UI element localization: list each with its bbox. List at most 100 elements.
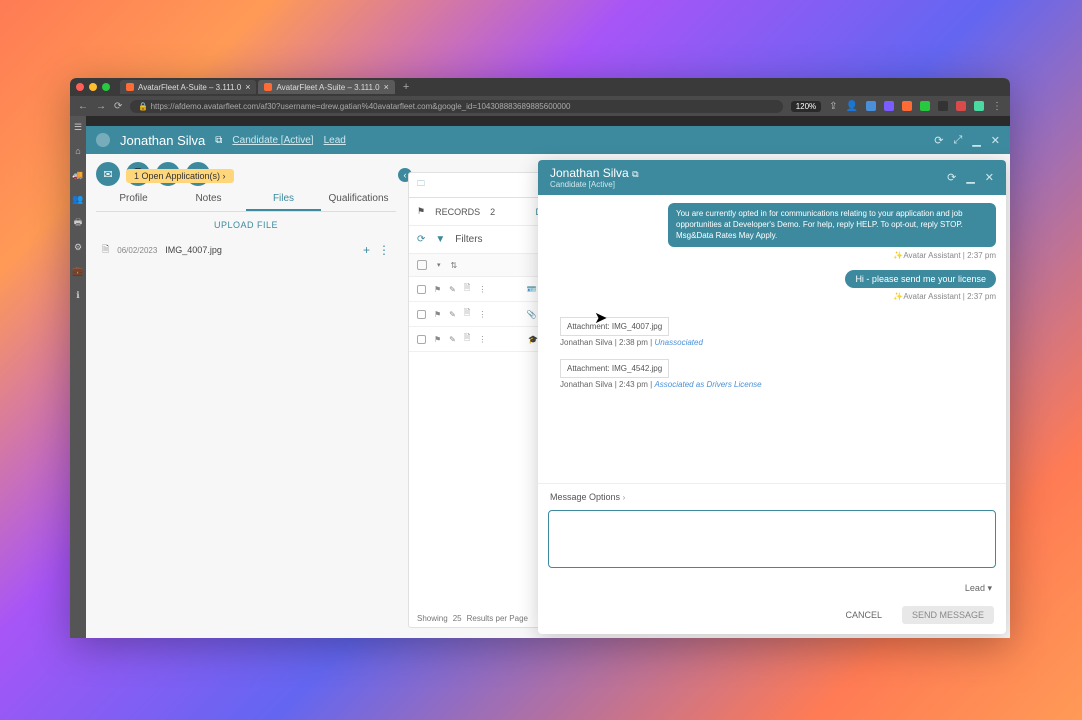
back-icon[interactable]: ← [78, 101, 88, 112]
tab-profile[interactable]: Profile [96, 188, 171, 211]
refresh-icon[interactable]: ⟳ [417, 234, 425, 245]
tab-files[interactable]: Files [246, 188, 321, 211]
minimize-icon[interactable]: ▁ [966, 171, 974, 184]
select-all-checkbox[interactable] [417, 260, 427, 270]
favicon-icon [264, 83, 272, 91]
message-meta: ✨Avatar Assistant | 2:37 pm [548, 292, 996, 301]
edit-icon[interactable]: ✎ [449, 335, 456, 344]
chat-panel: Jonathan Silva ⧉ Candidate [Active] ⟳ ▁ … [538, 160, 1006, 634]
menu-icon[interactable]: ⋮ [992, 101, 1002, 112]
pager-label: Results per Page [467, 614, 528, 623]
message-input[interactable] [548, 510, 996, 568]
row-checkbox[interactable] [417, 285, 426, 294]
note-icon[interactable]: 🗎 [464, 307, 470, 321]
folder-tab[interactable]: 🗀 [409, 173, 433, 197]
briefcase-icon[interactable]: 💼 [73, 266, 83, 276]
filter-icon[interactable]: ▼ [435, 234, 445, 245]
more-icon[interactable]: ⋮ [478, 285, 486, 294]
extension-icon[interactable] [902, 101, 912, 111]
url-field[interactable]: 🔒 https://afdemo.avatarfleet.com/af30?us… [130, 100, 782, 113]
flag-icon[interactable]: ⚑ [434, 310, 441, 319]
refresh-icon[interactable]: ⟳ [947, 171, 956, 184]
more-icon[interactable]: ⋮ [478, 335, 486, 344]
minimize-icon[interactable]: ▁ [972, 134, 980, 147]
minimize-window-icon[interactable] [89, 83, 97, 91]
external-link-icon[interactable]: ⧉ [215, 135, 222, 146]
home-icon[interactable]: ⌂ [73, 146, 83, 156]
sidebar-nav: ☰ ⌂ 🚚 👥 🖶 ⚙ 💼 ℹ [70, 116, 86, 638]
browser-tab-1[interactable]: AvatarFleet A-Suite – 3.111.0 × [120, 80, 256, 94]
print-icon[interactable]: 🖶 [73, 218, 83, 228]
close-tab-icon[interactable]: × [245, 82, 250, 92]
reload-icon[interactable]: ⟳ [114, 101, 122, 112]
expand-icon[interactable]: ⤢ [954, 134, 963, 147]
gear-icon[interactable]: ⚙ [73, 242, 83, 252]
candidate-name: Jonathan Silva [120, 133, 205, 148]
file-row[interactable]: 🗎 06/02/2023 IMG_4007.jpg + ⋮ [96, 238, 396, 262]
info-icon[interactable]: ℹ [73, 290, 83, 300]
cancel-button[interactable]: CANCEL [835, 606, 892, 624]
attachment-chip[interactable]: Attachment: IMG_4007.jpg [560, 317, 669, 336]
forward-icon[interactable]: → [96, 101, 106, 112]
outgoing-message: Hi - please send me your license [845, 270, 996, 288]
truck-icon[interactable]: 🚚 [73, 170, 83, 180]
flag-icon[interactable]: ⚑ [434, 335, 441, 344]
profile-icon[interactable]: 👤 [846, 101, 858, 112]
maximize-window-icon[interactable] [102, 83, 110, 91]
associate-link[interactable]: Associated as Drivers License [654, 380, 761, 389]
extension-icon[interactable] [974, 101, 984, 111]
associate-link[interactable]: Unassociated [654, 338, 702, 347]
tab-notes[interactable]: Notes [171, 188, 246, 211]
file-date: 06/02/2023 [117, 246, 157, 255]
upload-file-button[interactable]: UPLOAD FILE [96, 212, 396, 238]
close-window-icon[interactable] [76, 83, 84, 91]
open-apps-badge[interactable]: 1 Open Application(s) › [126, 169, 234, 183]
row-checkbox[interactable] [417, 310, 426, 319]
attachment-chip[interactable]: Attachment: IMG_4542.jpg [560, 359, 669, 378]
extension-icon[interactable] [884, 101, 894, 111]
extension-icon[interactable] [938, 101, 948, 111]
person-icon [96, 133, 110, 147]
flag-icon[interactable]: ⚑ [434, 285, 441, 294]
send-message-button[interactable]: SEND MESSAGE [902, 606, 994, 624]
system-message: You are currently opted in for communica… [668, 203, 996, 247]
add-icon[interactable]: + [363, 243, 370, 257]
sort-icon[interactable]: ⇅ [451, 261, 458, 270]
note-icon[interactable]: 🗎 [464, 282, 470, 296]
candidate-modal: Jonathan Silva ⧉ Candidate [Active] Lead… [86, 126, 1010, 638]
close-icon[interactable]: ✕ [985, 171, 994, 184]
message-meta: Jonathan Silva | 2:43 pm | Associated as… [560, 380, 996, 389]
zoom-badge[interactable]: 120% [791, 101, 821, 112]
chat-body: You are currently opted in for communica… [538, 195, 1006, 483]
browser-tab-2[interactable]: AvatarFleet A-Suite – 3.111.0 × [258, 80, 394, 94]
refresh-icon[interactable]: ⟳ [934, 134, 943, 147]
favicon-icon [126, 83, 134, 91]
message-options-toggle[interactable]: Message Options › [538, 483, 1006, 510]
app-header [86, 116, 1010, 126]
lead-link[interactable]: Lead [324, 135, 346, 146]
extension-icon[interactable] [956, 101, 966, 111]
chevron-down-icon: ▾ [987, 583, 992, 593]
tab-title: AvatarFleet A-Suite – 3.111.0 [276, 83, 379, 92]
close-icon[interactable]: ✕ [991, 134, 1000, 147]
edit-icon[interactable]: ✎ [449, 310, 456, 319]
pager-count[interactable]: 25 [453, 614, 462, 623]
more-icon[interactable]: ⋮ [378, 243, 390, 257]
extension-icon[interactable] [866, 101, 876, 111]
menu-icon[interactable]: ☰ [73, 122, 83, 132]
row-checkbox[interactable] [417, 335, 426, 344]
note-icon[interactable]: 🗎 [464, 332, 470, 346]
close-tab-icon[interactable]: × [384, 82, 389, 92]
users-icon[interactable]: 👥 [73, 194, 83, 204]
caret-down-icon[interactable]: ▾ [437, 261, 441, 269]
lead-dropdown[interactable]: Lead ▾ [538, 581, 1006, 600]
more-icon[interactable]: ⋮ [478, 310, 486, 319]
share-icon[interactable]: ⇪ [829, 101, 837, 112]
extension-icon[interactable] [920, 101, 930, 111]
tab-qualifications[interactable]: Qualifications [321, 188, 396, 211]
edit-icon[interactable]: ✎ [449, 285, 456, 294]
filters-label[interactable]: Filters [455, 234, 482, 245]
new-tab-button[interactable]: + [397, 79, 415, 95]
external-link-icon[interactable]: ⧉ [632, 169, 638, 179]
status-link[interactable]: Candidate [Active] [232, 135, 313, 146]
